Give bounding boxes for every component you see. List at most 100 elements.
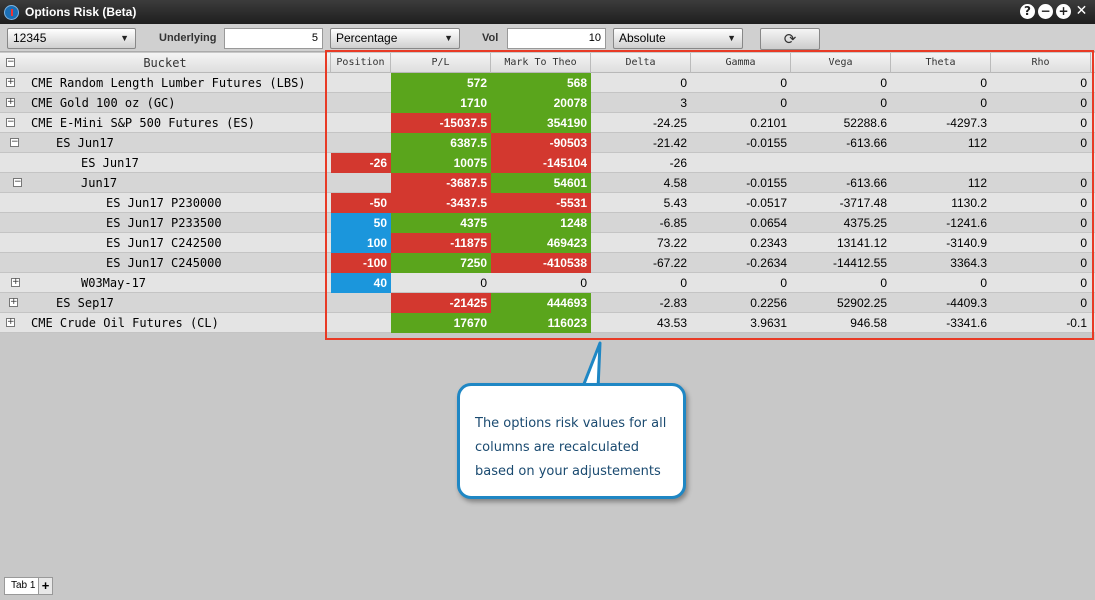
refresh-icon: ⟳ (783, 30, 797, 48)
position-cell[interactable] (331, 293, 391, 313)
chevron-down-icon: ▼ (120, 33, 129, 43)
column-header-pl[interactable]: P/L (391, 53, 491, 73)
vega-cell (791, 153, 891, 173)
underlying-label: Underlying (159, 32, 217, 44)
gamma-cell (691, 153, 791, 173)
vega-cell: 52902.25 (836, 296, 887, 310)
rho-cell: 0 (1080, 256, 1087, 270)
grid-body: + CME Random Length Lumber Futures (LBS) 5… (0, 73, 1095, 333)
collapse-icon[interactable]: − (13, 178, 22, 187)
bucket-label: CME Random Length Lumber Futures (LBS) (31, 76, 306, 90)
position-cell[interactable] (331, 313, 391, 333)
gamma-cell: -0.0517 (746, 196, 787, 210)
collapse-icon[interactable]: − (10, 138, 19, 147)
vega-cell: -14412.55 (832, 256, 887, 270)
delta-cell: 43.53 (656, 316, 687, 330)
column-header-gamma[interactable]: Gamma (691, 53, 791, 73)
table-row[interactable]: + CME Crude Oil Futures (CL) 17670 116023 43… (0, 313, 1095, 333)
position-cell[interactable]: -50 (331, 193, 391, 213)
minimize-icon[interactable]: − (1038, 4, 1053, 19)
callout-bubble: The options risk values for all columns … (457, 383, 686, 499)
pl-cell: -3437.5 (391, 193, 491, 213)
expand-icon[interactable]: + (9, 298, 18, 307)
rho-cell: 0 (1080, 216, 1087, 230)
expand-icon[interactable]: + (6, 318, 15, 327)
collapse-icon[interactable]: − (6, 118, 15, 127)
table-row[interactable]: + W03May-17 40 0 0 0 0 0 0 0 (0, 273, 1095, 293)
help-icon[interactable]: ? (1020, 4, 1035, 19)
pl-cell: 0 (480, 276, 487, 290)
pl-cell: 10075 (391, 153, 491, 173)
position-cell[interactable]: 100 (331, 233, 391, 253)
table-row[interactable]: ES Jun17 C245000 -100 7250 -410538 -67.22 -0.… (0, 253, 1095, 273)
collapse-all-icon[interactable]: − (6, 58, 15, 67)
vega-cell: 946.58 (850, 316, 887, 330)
position-cell[interactable]: 40 (331, 273, 391, 293)
mark-to-theo-cell: 20078 (491, 93, 591, 113)
table-row[interactable]: ES Jun17 -26 10075 -145104 -26 (0, 153, 1095, 173)
column-header-mark-to-theo[interactable]: Mark To Theo (491, 53, 591, 73)
column-header-delta[interactable]: Delta (591, 53, 691, 73)
expand-icon[interactable]: + (6, 78, 15, 87)
column-header-bucket[interactable]: − Bucket (0, 53, 331, 73)
vega-cell: 0 (880, 96, 887, 110)
bucket-cell: ES Jun17 P230000 (0, 193, 331, 213)
rho-cell: -0.1 (1066, 316, 1087, 330)
tab-bar: Tab 1 + (0, 576, 1095, 600)
rho-cell: 0 (1080, 296, 1087, 310)
refresh-button[interactable]: ⟳ (760, 28, 820, 50)
table-row[interactable]: ES Jun17 C242500 100 -11875 469423 73.22 0.23… (0, 233, 1095, 253)
account-select[interactable]: 12345 ▼ (7, 28, 136, 49)
gamma-cell: 0 (780, 276, 787, 290)
grid-header: − Bucket Position P/L Mark To Theo Delta… (0, 53, 1095, 73)
table-row[interactable]: + CME Random Length Lumber Futures (LBS) 5… (0, 73, 1095, 93)
vol-mode-value: Absolute (619, 31, 666, 45)
table-row[interactable]: − Jun17 -3687.5 54601 4.58 -0.0155 -613.66 112 0 (0, 173, 1095, 193)
chevron-down-icon: ▼ (444, 33, 453, 43)
table-row[interactable]: ES Jun17 P233500 50 4375 1248 -6.85 0.0654 437… (0, 213, 1095, 233)
gamma-cell: 3.9631 (750, 316, 787, 330)
table-row[interactable]: + ES Sep17 -21425 444693 -2.83 0.2256 52902.25… (0, 293, 1095, 313)
table-row[interactable]: ES Jun17 P230000 -50 -3437.5 -5531 5.43 -0.05… (0, 193, 1095, 213)
pl-cell: 17670 (391, 313, 491, 333)
expand-icon[interactable]: + (11, 278, 20, 287)
table-row[interactable]: − CME E-Mini S&P 500 Futures (ES) -15037.5… (0, 113, 1095, 133)
table-row[interactable]: − ES Jun17 6387.5 -90503 -21.42 -0.0155 -613.6… (0, 133, 1095, 153)
vega-cell: -613.66 (846, 176, 887, 190)
position-cell[interactable] (331, 173, 391, 193)
close-icon[interactable]: ✕ (1074, 4, 1089, 19)
column-header-theta[interactable]: Theta (891, 53, 991, 73)
chevron-down-icon: ▼ (727, 33, 736, 43)
column-header-rho[interactable]: Rho (991, 53, 1091, 73)
column-header-vega[interactable]: Vega (791, 53, 891, 73)
position-cell[interactable] (331, 133, 391, 153)
position-cell[interactable] (331, 113, 391, 133)
position-cell[interactable]: -26 (331, 153, 391, 173)
bucket-cell: − ES Jun17 (0, 133, 331, 153)
position-cell[interactable]: 50 (331, 213, 391, 233)
mark-to-theo-cell: -145104 (491, 153, 591, 173)
delta-cell: 3 (680, 96, 687, 110)
pl-cell: 6387.5 (391, 133, 491, 153)
position-cell[interactable] (331, 73, 391, 93)
table-row[interactable]: + CME Gold 100 oz (GC) 1710 20078 3 0 0 0 0 (0, 93, 1095, 113)
underlying-mode-select[interactable]: Percentage ▼ (330, 28, 460, 49)
column-header-position[interactable]: Position (331, 53, 391, 73)
position-cell[interactable] (331, 93, 391, 113)
tab-1[interactable]: Tab 1 (4, 577, 43, 595)
callout-pointer (580, 341, 602, 389)
bucket-cell: + ES Sep17 (0, 293, 331, 313)
window-title: Options Risk (Beta) (25, 5, 137, 19)
add-tab-button[interactable]: + (38, 577, 53, 595)
mark-to-theo-cell: -410538 (491, 253, 591, 273)
maximize-icon[interactable]: + (1056, 4, 1071, 19)
bucket-cell: ES Jun17 P233500 (0, 213, 331, 233)
theta-cell: 3364.3 (950, 256, 987, 270)
vol-input[interactable]: 10 (507, 28, 606, 49)
vol-mode-select[interactable]: Absolute ▼ (613, 28, 743, 49)
theta-cell: -3341.6 (946, 316, 987, 330)
position-cell[interactable]: -100 (331, 253, 391, 273)
expand-icon[interactable]: + (6, 98, 15, 107)
underlying-input[interactable]: 5 (224, 28, 323, 49)
delta-cell: -26 (669, 156, 687, 170)
